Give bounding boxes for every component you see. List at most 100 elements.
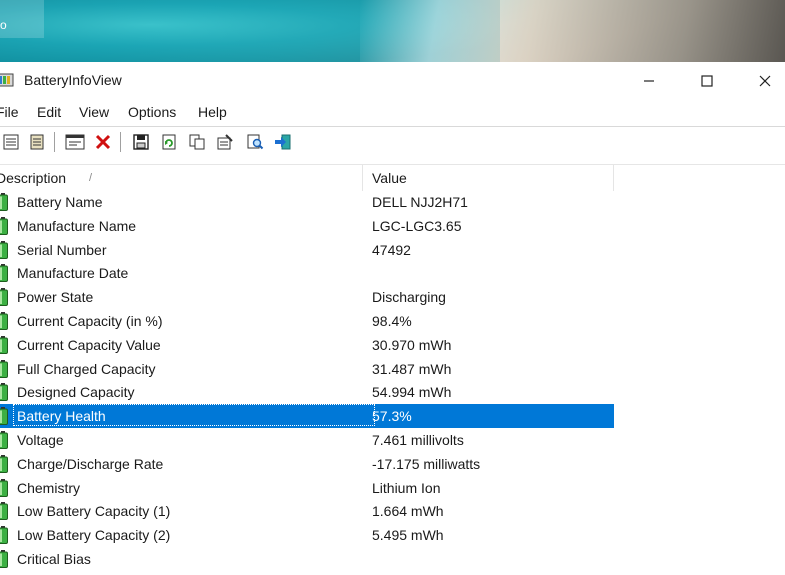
battery-icon (0, 335, 8, 354)
options-icon (217, 134, 233, 150)
window-button[interactable] (64, 131, 86, 153)
window-icon (65, 134, 85, 150)
list-header: Description / Value (0, 164, 785, 191)
list-row[interactable]: Designed Capacity 54.994 mWh (0, 380, 614, 404)
row-value: DELL NJJ2H71 (372, 194, 468, 210)
row-value: 47492 (372, 241, 411, 258)
exit-button[interactable] (272, 131, 294, 153)
row-description: Current Capacity (in %) (17, 313, 163, 329)
row-description: Battery Health (17, 408, 106, 425)
row-description: Current Capacity Value (17, 336, 161, 353)
row-value: 98.4% (372, 313, 412, 329)
properties-button[interactable] (0, 131, 22, 153)
menu-file[interactable]: File (0, 104, 19, 120)
column-header-description[interactable]: Description (0, 165, 66, 191)
row-description: Manufacture Name (17, 217, 137, 234)
row-description: Serial Number (17, 241, 107, 258)
list-row[interactable]: Battery Name DELL NJJ2H71 (0, 190, 614, 214)
window-title: BatteryInfoView (24, 72, 122, 88)
row-description: Full Charged Capacity (17, 360, 156, 377)
delete-icon (95, 134, 111, 150)
row-value: 5.495 mWh (372, 527, 444, 544)
sort-indicator-icon: / (89, 172, 93, 184)
list-row[interactable]: Chemistry Lithium Ion (0, 476, 614, 500)
row-description: Low Battery Capacity (2) (17, 527, 171, 544)
list-row[interactable]: Power State Discharging (0, 285, 614, 309)
list-row[interactable]: Manufacture Date (0, 261, 614, 285)
battery-icon (0, 240, 8, 259)
battery-icon (0, 502, 8, 521)
row-value: 31.487 mWh (372, 360, 452, 377)
list-row[interactable]: Serial Number 47492 (0, 238, 614, 262)
row-description: Chemistry (17, 479, 81, 496)
html-report-button[interactable] (26, 131, 48, 153)
row-value: 30.970 mWh (372, 336, 452, 353)
column-divider[interactable] (362, 165, 363, 191)
list-row[interactable]: Battery Health 57.3% (0, 404, 614, 429)
title-bar[interactable]: BatteryInfoView (0, 62, 785, 100)
desktop-background: o (0, 0, 785, 62)
column-divider[interactable] (613, 165, 614, 191)
row-description: Critical Bias (17, 551, 91, 567)
menu-view[interactable]: View (79, 104, 109, 120)
menu-edit[interactable]: Edit (37, 104, 61, 120)
battery-icon (0, 193, 8, 211)
list-row[interactable]: Low Battery Capacity (1) 1.664 mWh (0, 499, 614, 523)
menu-help[interactable]: Help (198, 104, 227, 120)
find-button[interactable] (244, 131, 266, 153)
options-button[interactable] (214, 131, 236, 153)
menu-options[interactable]: Options (128, 104, 176, 120)
battery-icon (0, 407, 8, 426)
battery-icon (0, 288, 8, 307)
row-description: Manufacture Date (17, 265, 129, 282)
list-row[interactable]: Voltage 7.461 millivolts (0, 428, 614, 452)
list-row[interactable]: Manufacture Name LGC-LGC3.65 (0, 214, 614, 238)
battery-icon (0, 431, 8, 449)
list-row[interactable]: Current Capacity (in %) 98.4% (0, 309, 614, 333)
list-row[interactable]: Full Charged Capacity 31.487 mWh (0, 357, 614, 381)
row-description: Voltage (17, 432, 64, 448)
close-button[interactable] (742, 62, 785, 100)
desktop-shortcut[interactable]: o (0, 0, 44, 38)
battery-icon (0, 478, 8, 497)
list-row[interactable]: Current Capacity Value 30.970 mWh (0, 333, 614, 357)
properties-icon (3, 134, 19, 150)
battery-icon (0, 550, 8, 568)
row-description: Low Battery Capacity (1) (17, 503, 171, 520)
refresh-button[interactable] (158, 131, 180, 153)
toolbar (0, 126, 785, 157)
row-value: 57.3% (372, 408, 412, 425)
copy-button[interactable] (186, 131, 208, 153)
menu-bar: File Edit View Options Help (0, 100, 785, 124)
row-value: Discharging (372, 289, 446, 306)
find-icon (247, 134, 264, 150)
battery-icon (0, 264, 8, 283)
maximize-icon (701, 75, 713, 87)
list-row[interactable]: Charge/Discharge Rate -17.175 milliwatts (0, 452, 614, 476)
battery-icon (0, 359, 8, 378)
battery-icon (0, 312, 8, 330)
row-value: LGC-LGC3.65 (372, 217, 462, 234)
desktop-wallpaper-shore (360, 0, 785, 62)
save-button[interactable] (130, 131, 152, 153)
row-value: 54.994 mWh (372, 384, 452, 401)
exit-icon (275, 134, 291, 150)
battery-app-icon (0, 73, 14, 87)
row-description: Designed Capacity (17, 384, 135, 401)
row-value: 7.461 millivolts (372, 432, 464, 448)
list-row[interactable]: Low Battery Capacity (2) 5.495 mWh (0, 523, 614, 547)
refresh-icon (162, 134, 176, 150)
row-value: -17.175 milliwatts (372, 455, 481, 472)
copy-icon (189, 134, 205, 150)
battery-icon (0, 383, 8, 402)
app-window: BatteryInfoView File Edit View Options H… (0, 62, 785, 575)
column-header-value[interactable]: Value (372, 165, 407, 191)
minimize-button[interactable] (626, 62, 672, 100)
battery-icon (0, 526, 8, 545)
row-description: Power State (17, 289, 94, 306)
toolbar-separator (54, 132, 55, 152)
maximize-button[interactable] (684, 62, 730, 100)
row-description: Charge/Discharge Rate (17, 455, 164, 472)
list-row[interactable]: Critical Bias (0, 547, 614, 571)
delete-button[interactable] (92, 131, 114, 153)
